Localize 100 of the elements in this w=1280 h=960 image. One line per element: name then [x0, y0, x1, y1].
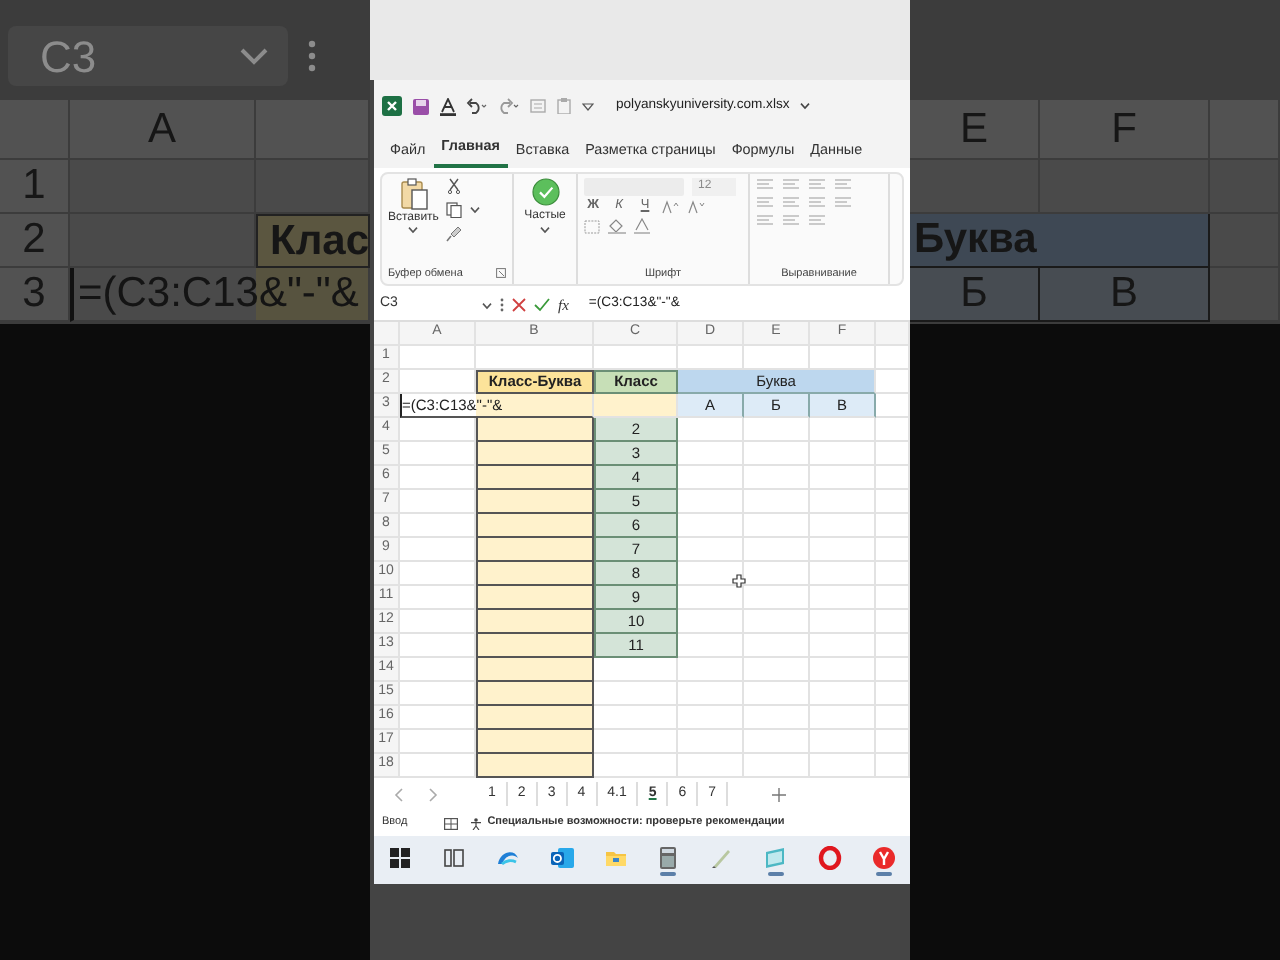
fill-color-icon[interactable] — [608, 218, 626, 234]
format-painter-icon[interactable] — [446, 226, 463, 242]
table-cell — [476, 754, 594, 778]
redo-icon[interactable] — [498, 98, 520, 114]
name-box[interactable]: C3 — [8, 26, 288, 86]
font-grow-icon[interactable] — [662, 200, 680, 214]
table-cell: В — [1040, 268, 1210, 322]
next-sheet-icon[interactable] — [428, 787, 438, 801]
browser-ring-icon[interactable] — [817, 845, 842, 869]
table-cell — [678, 466, 744, 490]
table-cell — [678, 682, 744, 706]
add-sheet-icon[interactable] — [772, 787, 787, 801]
table-cell — [400, 346, 476, 370]
table-cell — [810, 682, 876, 706]
task-view-icon[interactable] — [442, 845, 467, 869]
enter-icon[interactable] — [534, 298, 550, 312]
clipboard-icon[interactable] — [556, 98, 572, 114]
table-cell — [476, 682, 594, 706]
table-cell — [678, 634, 744, 658]
row-number: 3 — [0, 268, 70, 322]
calculator-icon[interactable] — [656, 845, 681, 869]
table-cell — [810, 490, 876, 514]
table-cell — [744, 538, 810, 562]
table-cell — [476, 706, 594, 730]
table-cell — [476, 586, 594, 610]
table-cell — [476, 634, 594, 658]
table-cell — [476, 562, 594, 586]
table-cell — [476, 514, 594, 538]
table-cell — [476, 730, 594, 754]
table-cell: Б — [910, 268, 1040, 322]
table-cell — [594, 730, 678, 754]
table-cell — [810, 538, 876, 562]
table-cell — [810, 610, 876, 634]
table-cell — [810, 586, 876, 610]
chevron-down-icon[interactable] — [470, 206, 481, 214]
table-cell — [476, 418, 594, 442]
browser-circle-icon[interactable] — [871, 845, 896, 869]
chevron-down-icon[interactable] — [799, 102, 810, 110]
column-header: E — [910, 100, 1040, 160]
table-cell — [744, 466, 810, 490]
cancel-icon[interactable] — [512, 298, 526, 312]
chevron-down-icon[interactable] — [540, 226, 550, 234]
table-cell — [678, 538, 744, 562]
start-icon[interactable] — [388, 845, 413, 869]
paste-icon — [399, 178, 428, 210]
table-cell — [810, 754, 876, 778]
table-cell — [678, 754, 744, 778]
table-cell — [678, 658, 744, 682]
table-cell — [476, 658, 594, 682]
font-shrink-icon[interactable] — [688, 200, 706, 214]
table-cell — [594, 682, 678, 706]
table-cell — [744, 658, 810, 682]
customize-menu-icon[interactable] — [582, 101, 594, 111]
table-cell — [810, 634, 876, 658]
column-header: F — [1040, 100, 1210, 160]
table-cell — [810, 514, 876, 538]
save-icon[interactable] — [412, 97, 430, 115]
table-cell — [744, 418, 810, 442]
table-cell — [594, 394, 678, 418]
table-cell — [744, 682, 810, 706]
table-cell — [1210, 268, 1280, 322]
check-circle-icon — [531, 178, 559, 206]
table-cell — [678, 418, 744, 442]
table-cell — [810, 706, 876, 730]
cell-mode-icon[interactable] — [443, 817, 458, 829]
accessibility-icon[interactable] — [469, 817, 482, 829]
row-number: 2 — [0, 214, 70, 268]
mail-icon[interactable] — [549, 845, 574, 869]
window-app-icon[interactable] — [763, 845, 788, 869]
dialog-launcher-icon[interactable] — [496, 268, 506, 279]
more-options-icon[interactable] — [308, 40, 316, 72]
table-cell — [744, 754, 810, 778]
chevron-down-icon[interactable] — [482, 301, 492, 309]
font-color-icon[interactable] — [634, 218, 650, 234]
table-cell — [476, 490, 594, 514]
table-cell — [744, 706, 810, 730]
table-cell — [678, 490, 744, 514]
table-cell — [594, 658, 678, 682]
table-cell — [744, 610, 810, 634]
table-cell: Буква — [910, 214, 1210, 268]
table-cell — [810, 418, 876, 442]
table-cell: Клас — [256, 214, 370, 268]
table-cell — [678, 730, 744, 754]
undo-icon[interactable] — [466, 98, 488, 114]
table-cell — [744, 490, 810, 514]
copy-icon[interactable] — [446, 202, 463, 218]
table-cell — [744, 730, 810, 754]
table-cell: =(C3:C13&"-"& — [70, 268, 370, 322]
cut-icon[interactable] — [446, 178, 463, 194]
table-cell — [744, 634, 810, 658]
previous-sheet-icon[interactable] — [394, 787, 404, 801]
table-cell — [810, 466, 876, 490]
table-cell — [476, 442, 594, 466]
chevron-down-icon[interactable] — [408, 226, 419, 234]
table-cell — [594, 754, 678, 778]
table-cell — [678, 610, 744, 634]
table-cell — [678, 514, 744, 538]
table-cell — [810, 658, 876, 682]
font-color-icon[interactable] — [440, 97, 456, 115]
row-number: 1 — [0, 160, 70, 214]
